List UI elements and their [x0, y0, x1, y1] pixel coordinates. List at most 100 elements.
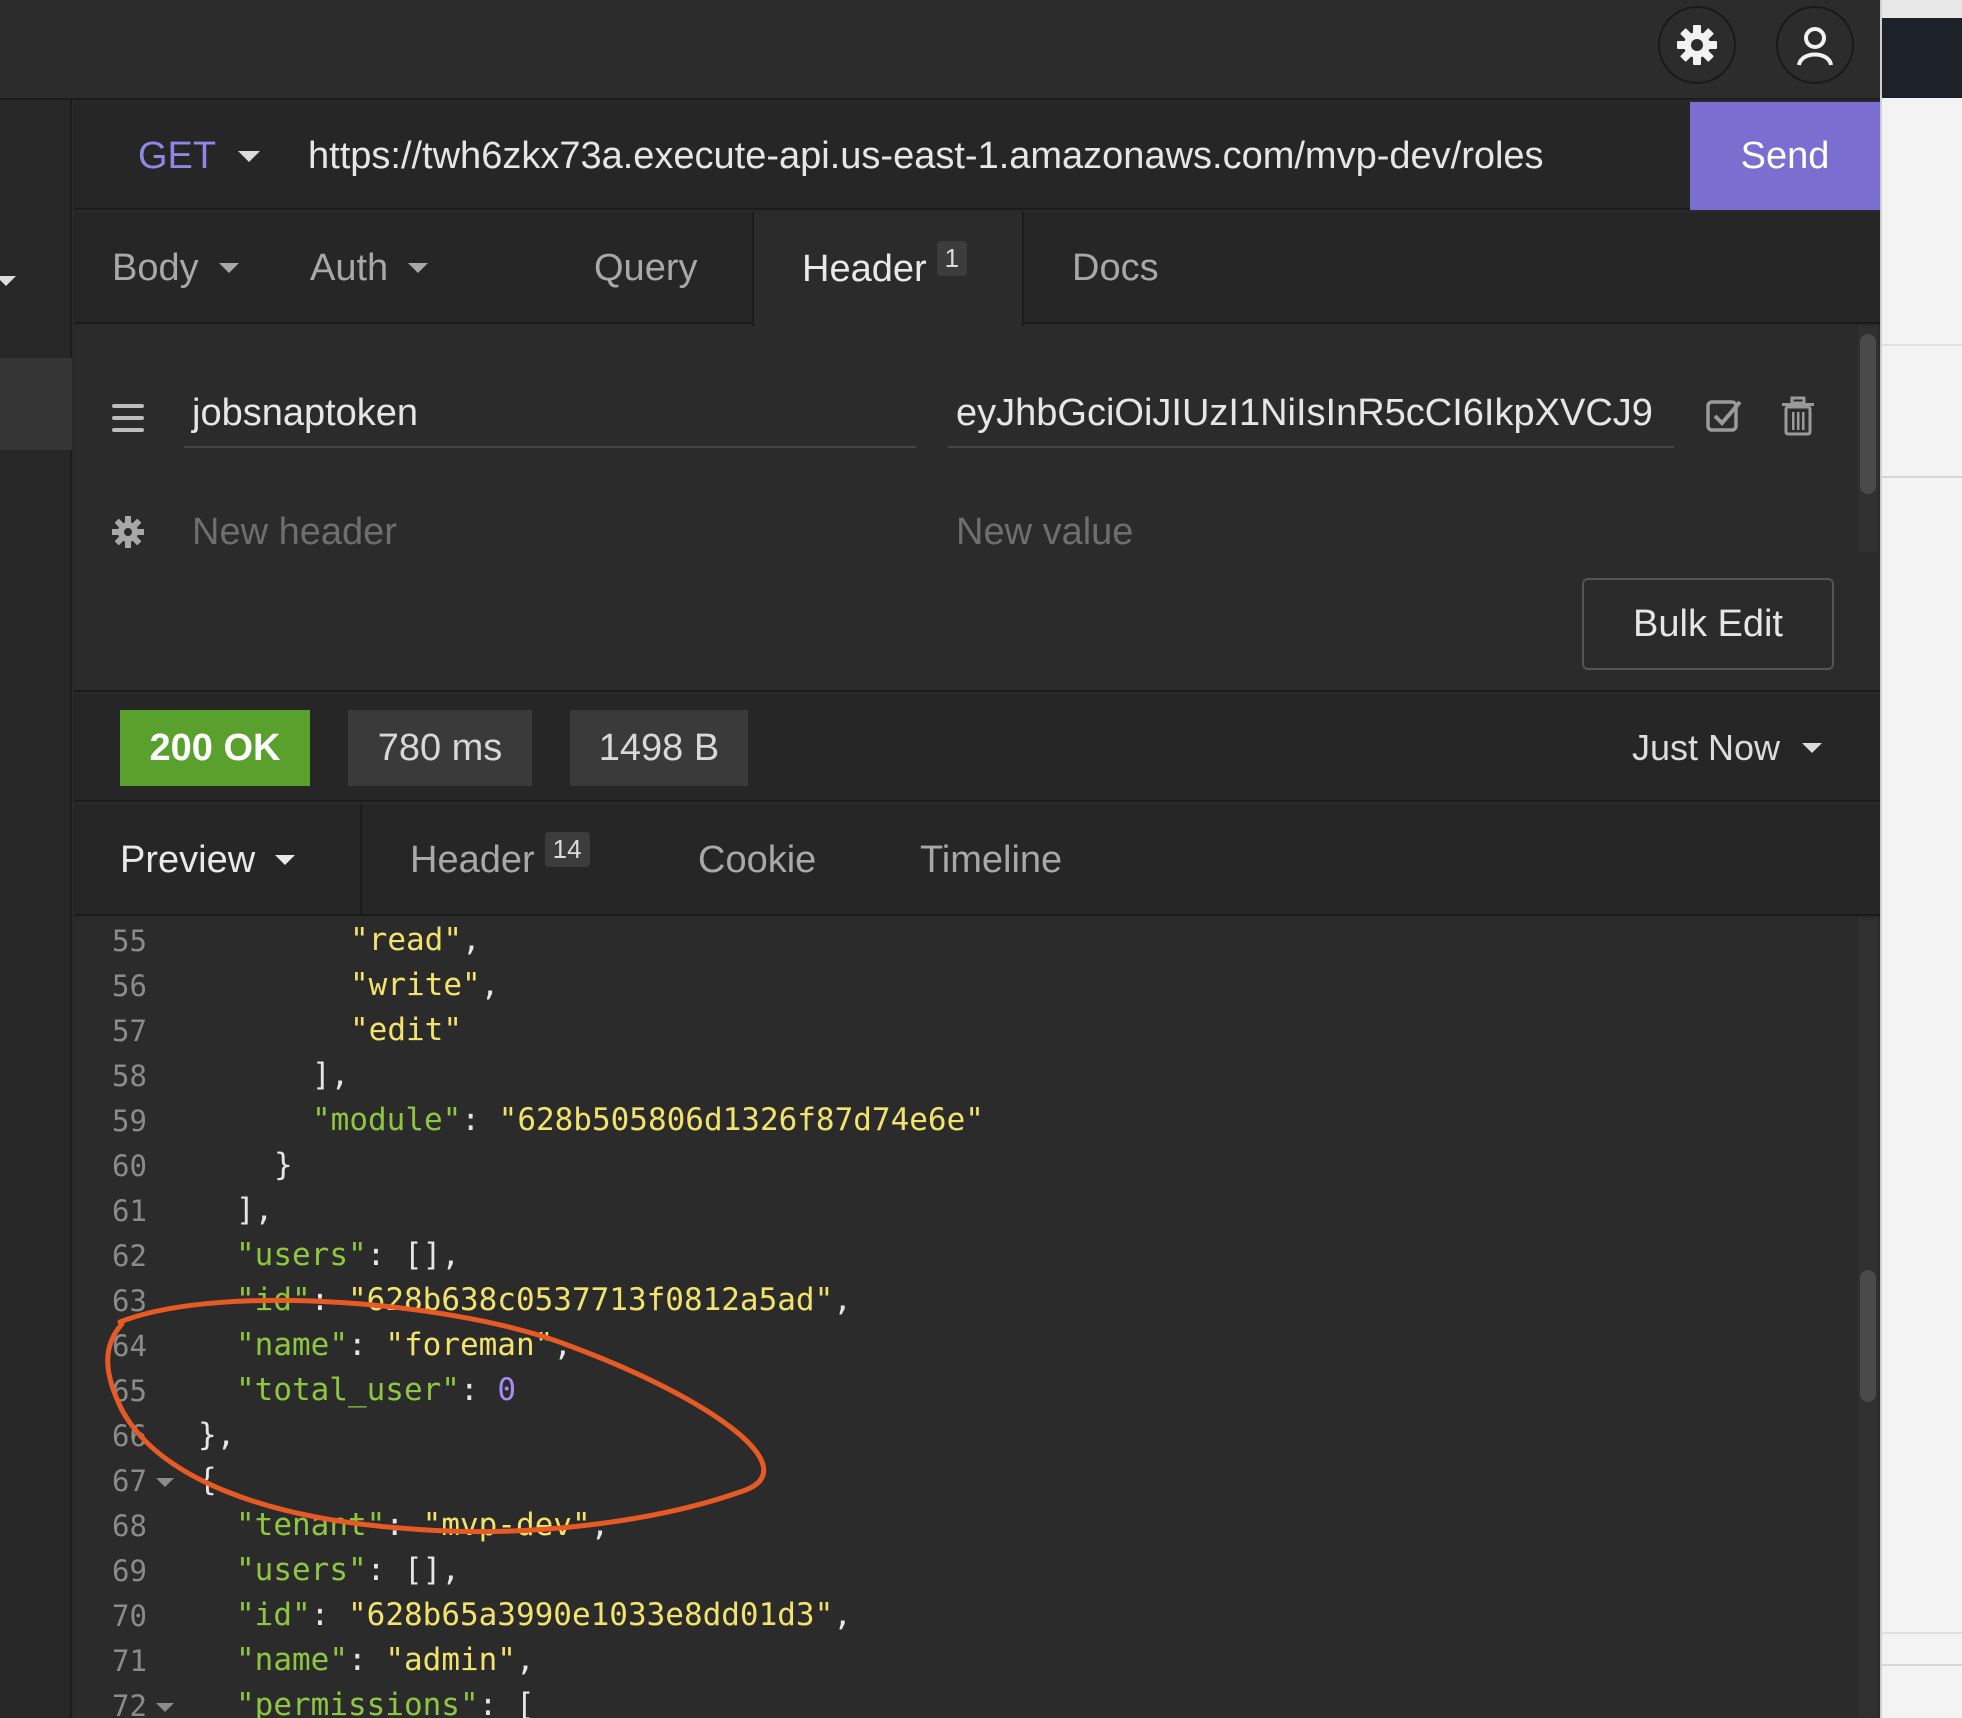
code-line: 71 "name": "admin",	[74, 1638, 1854, 1683]
code-text: {	[198, 1462, 217, 1498]
code-text: "edit"	[350, 1012, 462, 1048]
bulk-edit-button[interactable]: Bulk Edit	[1582, 578, 1834, 670]
url-bar: GET https://twh6zkx73a.execute-api.us-ea…	[74, 102, 1880, 210]
code-line: 67 {	[74, 1458, 1854, 1503]
headers-scrollbar[interactable]	[1858, 326, 1878, 552]
drag-handle-icon[interactable]	[112, 404, 144, 440]
response-body-viewer[interactable]: 55 "read", 56 "write", 57 "edit" 58], 59 "module…	[74, 918, 1880, 1718]
code-text: "name": "admin",	[236, 1642, 535, 1678]
chevron-down-icon	[408, 263, 429, 273]
line-number: 66	[112, 1419, 147, 1453]
new-header-input[interactable]: New header	[184, 498, 916, 566]
code-line: 60}	[74, 1143, 1854, 1188]
tab-cookie[interactable]: Cookie	[698, 804, 838, 916]
tab-cookie-label: Cookie	[698, 838, 817, 881]
tab-query[interactable]: Query	[594, 212, 724, 324]
line-number: 71	[112, 1644, 147, 1678]
header-name-input[interactable]: jobsnaptoken	[184, 380, 916, 448]
sidebar-active-item[interactable]	[0, 358, 72, 450]
tab-header-label: Header	[802, 247, 927, 290]
history-dropdown[interactable]: Just Now	[1632, 694, 1822, 802]
fold-toggle-icon[interactable]	[156, 1703, 174, 1712]
code-line: 57 "edit"	[74, 1008, 1854, 1053]
code-line: 72 "permissions": [	[74, 1683, 1854, 1718]
sidebar-dropdown-caret-icon[interactable]	[0, 276, 16, 286]
line-number: 63	[112, 1284, 147, 1318]
tab-timeline[interactable]: Timeline	[920, 804, 1090, 916]
code-line: 55 "read",	[74, 918, 1854, 963]
code-line: 68 "tenant": "mvp-dev",	[74, 1503, 1854, 1548]
line-number: 70	[112, 1599, 147, 1633]
chevron-down-icon	[1802, 743, 1822, 753]
header-count-badge: 1	[936, 240, 968, 276]
settings-button[interactable]	[1658, 6, 1736, 84]
code-line: 61],	[74, 1188, 1854, 1233]
code-text: "tenant": "mvp-dev",	[236, 1507, 610, 1543]
code-text: "name": "foreman",	[236, 1327, 572, 1363]
response-status-bar: 200 OK 780 ms 1498 B Just Now	[74, 694, 1880, 802]
tab-docs[interactable]: Docs	[1072, 212, 1192, 324]
send-button[interactable]: Send	[1690, 102, 1880, 210]
code-text: },	[198, 1417, 236, 1453]
code-line: 58],	[74, 1053, 1854, 1098]
tab-preview-label: Preview	[120, 838, 256, 881]
code-text: "id": "628b638c0537713f0812a5ad",	[236, 1282, 852, 1318]
header-value-input[interactable]: eyJhbGciOiJIUzI1NiIsInR5cCI6IkpXVCJ9	[948, 380, 1674, 448]
tab-response-header[interactable]: Header 14	[410, 804, 620, 916]
tab-header[interactable]: Header 1	[752, 212, 1024, 326]
account-button[interactable]	[1776, 6, 1854, 84]
code-text: "users": [],	[236, 1237, 460, 1273]
response-scrollbar[interactable]	[1858, 918, 1878, 1718]
code-line: 66},	[74, 1413, 1854, 1458]
line-number: 69	[112, 1554, 147, 1588]
code-text: "write",	[350, 967, 500, 1003]
code-line: 63 "id": "628b638c0537713f0812a5ad",	[74, 1278, 1854, 1323]
response-header-count-badge: 14	[544, 831, 590, 867]
code-text: "permissions": [	[236, 1687, 535, 1718]
line-number: 68	[112, 1509, 147, 1543]
code-text: "total_user": 0	[236, 1372, 516, 1408]
response-size-badge: 1498 B	[570, 710, 748, 786]
line-number: 64	[112, 1329, 147, 1363]
response-time-badge: 780 ms	[348, 710, 532, 786]
chevron-down-icon	[238, 150, 261, 162]
code-text: "id": "628b65a3990e1033e8dd01d3",	[236, 1597, 852, 1633]
request-tabs: Body Auth Query Header 1 Docs	[74, 212, 1880, 326]
line-number: 56	[112, 969, 147, 1003]
tab-auth[interactable]: Auth	[310, 212, 480, 324]
tab-body-label: Body	[112, 246, 199, 289]
history-label: Just Now	[1631, 727, 1780, 768]
url-input[interactable]: https://twh6zkx73a.execute-api.us-east-1…	[308, 102, 1544, 210]
code-line: 69 "users": [],	[74, 1548, 1854, 1593]
top-toolbar	[0, 0, 1880, 100]
chevron-down-icon	[218, 263, 239, 273]
gear-icon	[1677, 25, 1717, 65]
new-value-input[interactable]: New value	[948, 498, 1674, 566]
line-number: 57	[112, 1014, 147, 1048]
user-icon	[1797, 27, 1833, 66]
method-label: GET	[138, 134, 217, 177]
code-text: }	[274, 1147, 293, 1183]
tab-query-label: Query	[594, 246, 698, 289]
status-badge: 200 OK	[120, 710, 310, 786]
sidebar	[0, 100, 72, 1718]
response-tabs: Preview Header 14 Cookie Timeline	[74, 804, 1880, 916]
tab-docs-label: Docs	[1072, 246, 1159, 289]
tab-auth-label: Auth	[310, 246, 389, 289]
tab-response-header-label: Header	[410, 838, 535, 881]
tab-preview[interactable]: Preview	[120, 804, 340, 916]
line-number: 60	[112, 1149, 147, 1183]
code-line: 70 "id": "628b65a3990e1033e8dd01d3",	[74, 1593, 1854, 1638]
code-line: 64 "name": "foreman",	[74, 1323, 1854, 1368]
checkbox-checked-icon[interactable]	[1704, 396, 1744, 436]
trash-icon[interactable]	[1780, 396, 1816, 436]
line-number: 67	[112, 1464, 147, 1498]
fold-toggle-icon[interactable]	[156, 1478, 174, 1487]
method-dropdown[interactable]: GET	[138, 102, 261, 210]
tab-body[interactable]: Body	[96, 212, 266, 324]
code-line: 56 "write",	[74, 963, 1854, 1008]
adjacent-window	[1880, 0, 1962, 1718]
code-line: 65 "total_user": 0	[74, 1368, 1854, 1413]
code-text: ],	[236, 1192, 274, 1228]
code-text: ],	[312, 1057, 350, 1093]
